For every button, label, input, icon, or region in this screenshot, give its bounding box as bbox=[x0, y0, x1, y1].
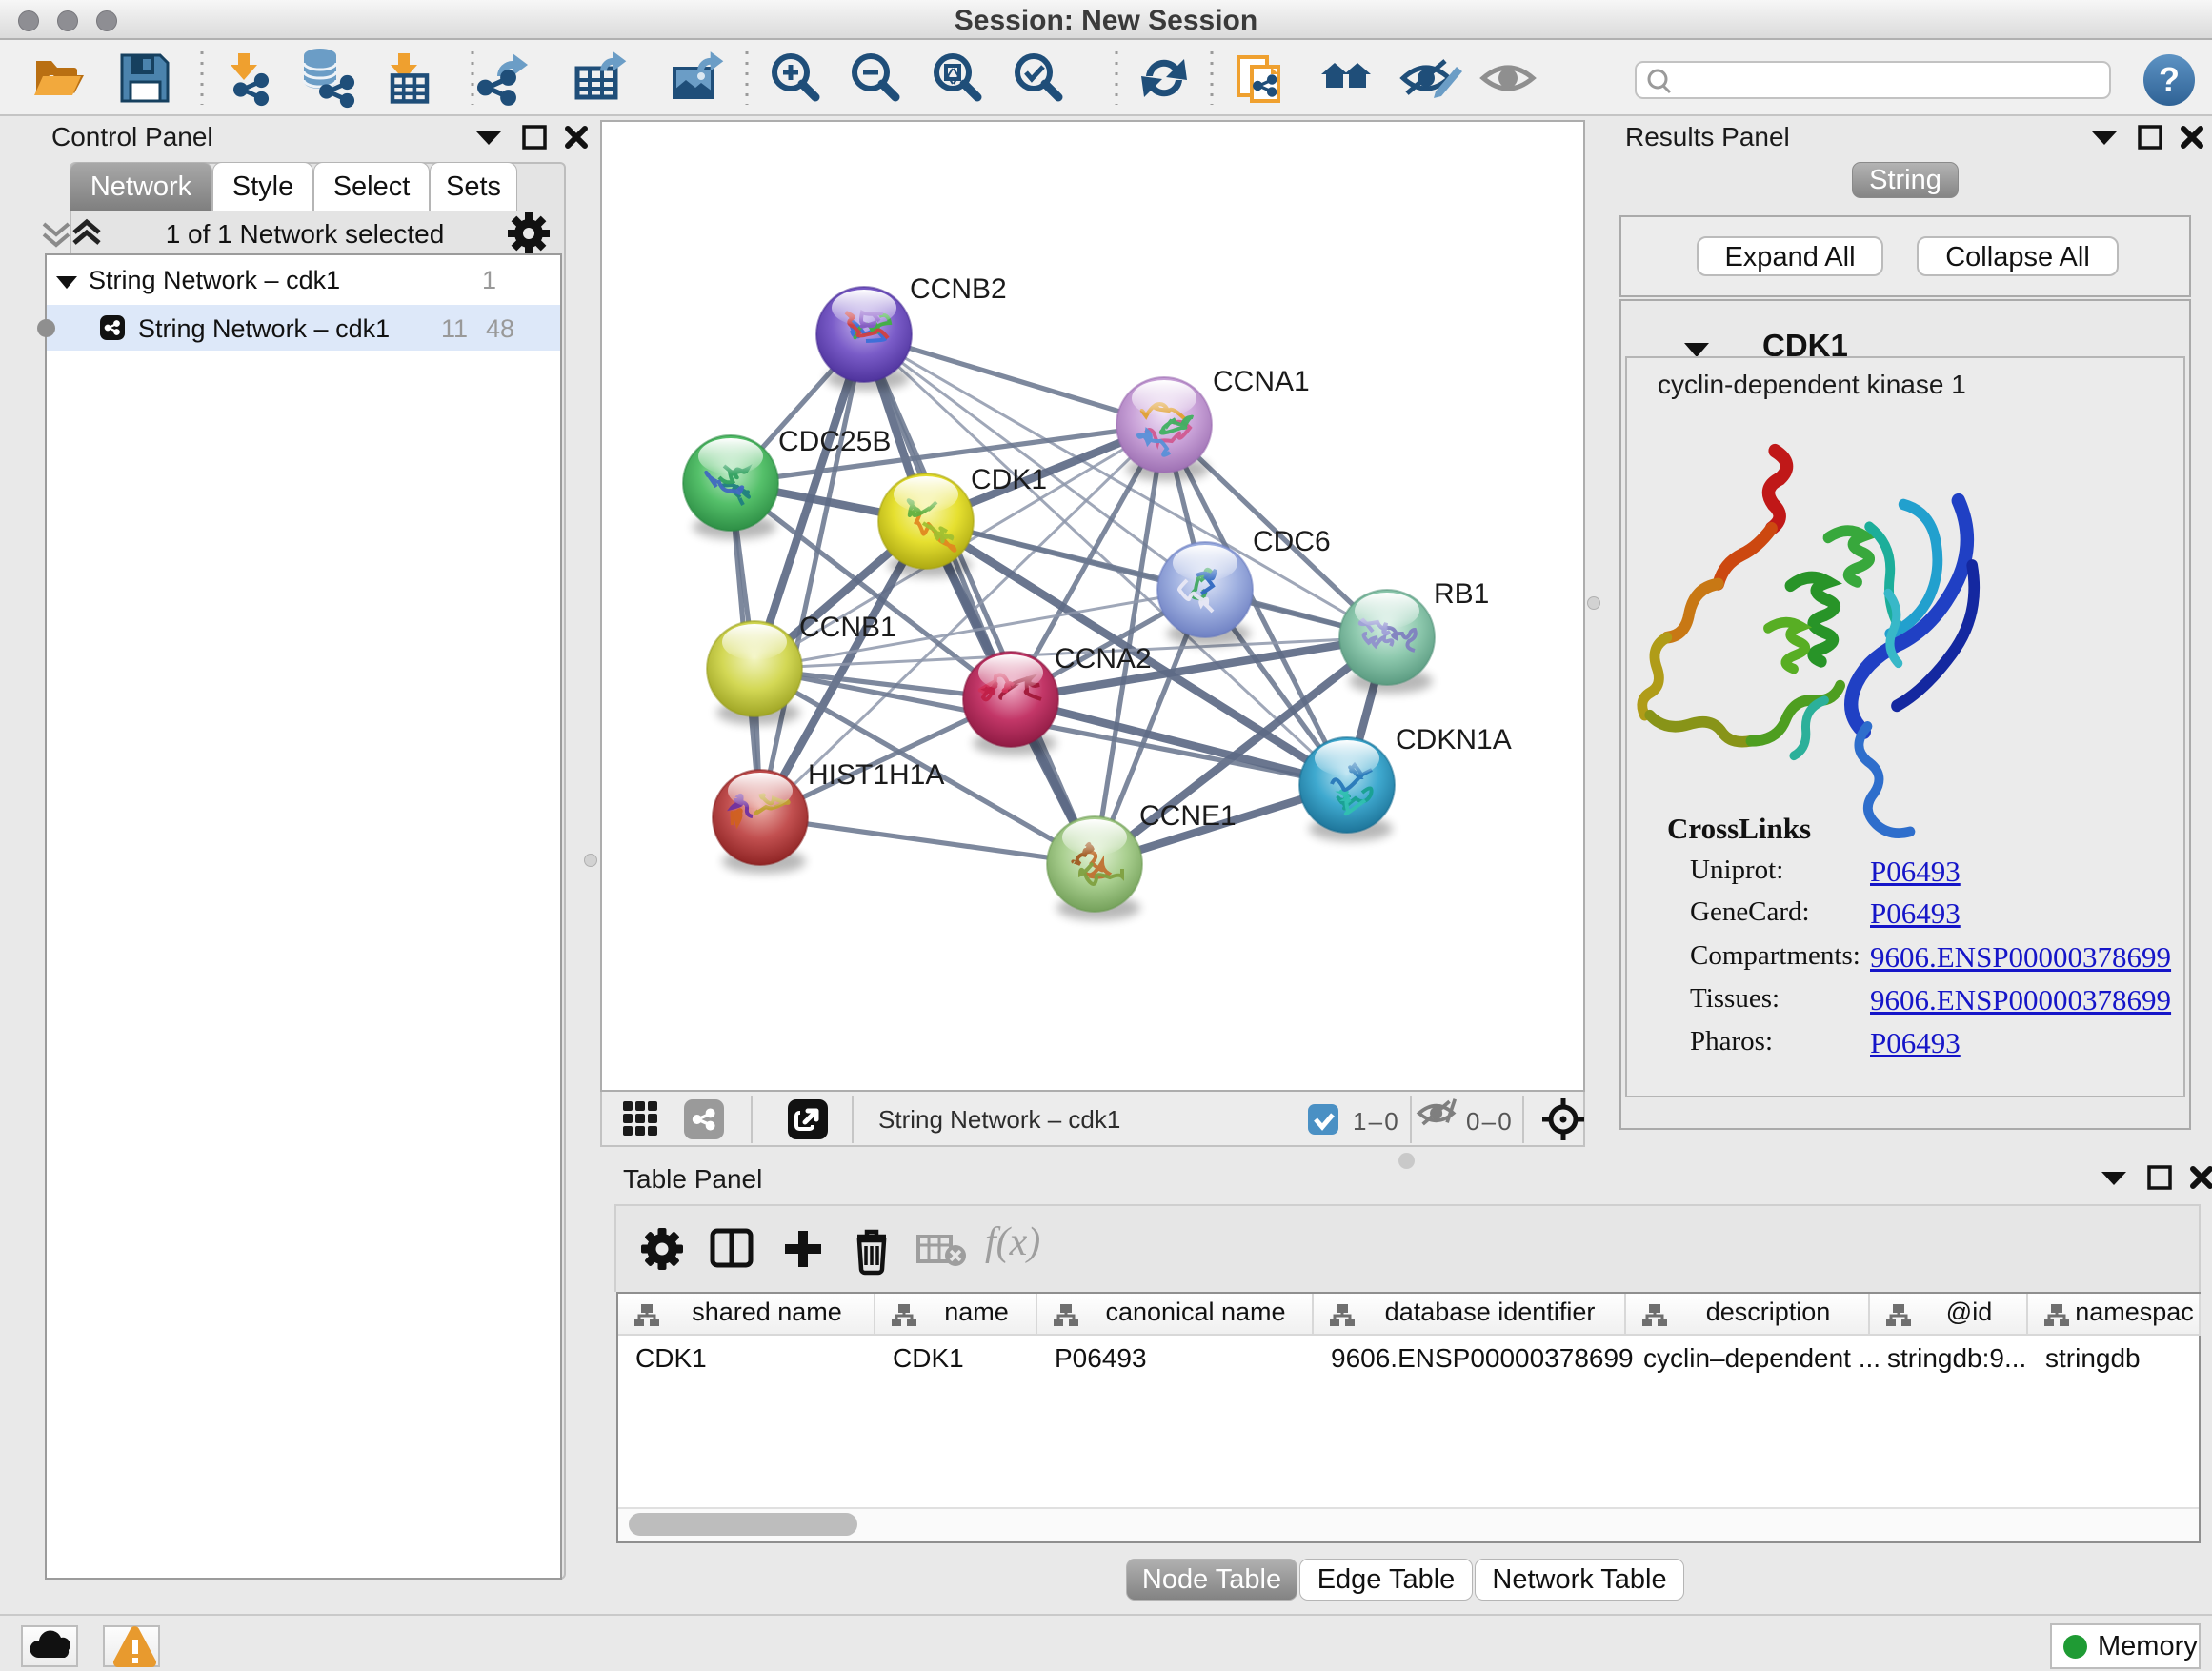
svg-text:CCNB2: CCNB2 bbox=[910, 273, 1007, 305]
svg-text:CCNE1: CCNE1 bbox=[1139, 800, 1237, 832]
svg-text:CCNA1: CCNA1 bbox=[1213, 366, 1310, 397]
svg-text:CDC25B: CDC25B bbox=[778, 426, 891, 457]
svg-text:CDK1: CDK1 bbox=[971, 464, 1047, 495]
svg-text:CDKN1A: CDKN1A bbox=[1396, 724, 1512, 755]
svg-text:RB1: RB1 bbox=[1434, 578, 1489, 610]
svg-text:CCNA2: CCNA2 bbox=[1055, 643, 1152, 674]
svg-text:CCNB1: CCNB1 bbox=[799, 612, 896, 643]
svg-text:CDC6: CDC6 bbox=[1253, 526, 1331, 557]
svg-text:HIST1H1A: HIST1H1A bbox=[808, 759, 944, 791]
